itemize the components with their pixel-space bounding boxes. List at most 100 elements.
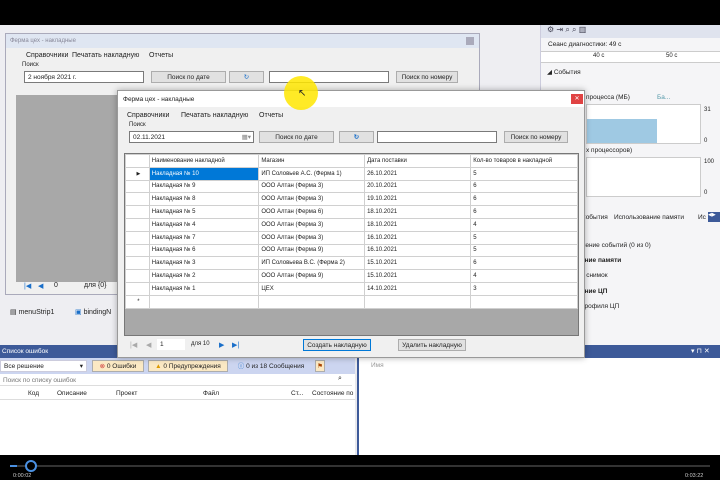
table-row[interactable]: Накладная № 9 ООО Алтан (Ферма 3) 20.10.20… — [125, 179, 578, 194]
messages-filter-button[interactable]: ⓘ 0 из 18 Сообщения — [232, 360, 310, 372]
table-cell[interactable]: Накладная № 10 — [148, 166, 260, 181]
invoice-number-input[interactable] — [377, 131, 497, 143]
bindingnavigator-component[interactable]: ▣ bindingN — [75, 308, 111, 316]
table-cell[interactable]: 26.10.2021 — [364, 166, 472, 181]
back-search-date-button[interactable]: Поиск по дате — [151, 71, 226, 83]
table-row[interactable]: Накладная № 1 ЦЕХ 14.10.2021 3 — [125, 281, 578, 296]
table-row[interactable]: Накладная № 6 ООО Алтан (Ферма 9) 16.10.20… — [125, 243, 578, 258]
diag-item[interactable]: жение событий (0 из 0) — [581, 242, 651, 249]
menustrip-component[interactable]: ▤ menuStrip1 — [10, 308, 54, 316]
nav-position-input[interactable]: 1 — [157, 339, 185, 350]
col-line[interactable]: Ст... — [291, 390, 303, 397]
search-by-number-button[interactable]: Поиск по номеру — [504, 131, 568, 143]
table-cell[interactable]: 5 — [470, 166, 578, 181]
back-nav-position[interactable]: 0 — [54, 282, 58, 289]
error-search-input[interactable]: Поиск по списку ошибок — [0, 375, 352, 386]
table-cell[interactable]: 19.10.2021 — [364, 192, 472, 207]
back-search-number-button[interactable]: Поиск по номеру — [396, 71, 458, 83]
row-header[interactable] — [125, 217, 150, 232]
date-picker[interactable]: 02.11.2021 ▦▾ — [129, 131, 254, 143]
table-cell[interactable]: 3 — [470, 281, 578, 296]
row-header[interactable] — [125, 192, 150, 207]
back-form-close-button[interactable] — [466, 37, 474, 45]
tab-memory-usage[interactable]: Использование памяти — [614, 214, 684, 221]
col-shop[interactable]: Магазин — [258, 154, 366, 168]
back-menu-reports[interactable]: Отчеты — [149, 52, 173, 59]
refresh-button[interactable]: ↻ — [339, 131, 374, 143]
table-cell[interactable]: ООО Алтан (Ферма 3) — [258, 230, 366, 245]
row-header[interactable] — [125, 256, 150, 271]
back-nav-first[interactable]: |◀ — [24, 282, 31, 290]
table-cell[interactable]: Накладная № 3 — [148, 256, 260, 271]
scope-dropdown[interactable]: Все решение ▾ — [0, 360, 87, 372]
table-cell[interactable]: 6 — [470, 179, 578, 194]
nav-prev-button[interactable]: ◀ — [146, 341, 151, 349]
nav-first-button[interactable]: |◀ — [130, 341, 137, 349]
tab-cpu[interactable]: Ис — [698, 214, 706, 221]
table-cell[interactable]: 4 — [470, 269, 578, 283]
table-cell[interactable]: ИП Соловьева В.С. (Ферма 2) — [258, 256, 366, 271]
table-cell[interactable]: 5 — [470, 243, 578, 258]
back-menu-reference[interactable]: Справочники — [26, 52, 68, 59]
table-cell[interactable]: 15.10.2021 — [364, 256, 472, 271]
table-cell[interactable]: ООО Алтан (Ферма 6) — [258, 205, 366, 219]
table-cell[interactable]: ООО Алтан (Ферма 3) — [258, 192, 366, 207]
col-suppression[interactable]: Состояние по — [312, 390, 353, 397]
table-row[interactable]: Накладная № 8 ООО Алтан (Ферма 3) 19.10.20… — [125, 192, 578, 207]
table-cell[interactable]: Накладная № 1 — [148, 281, 260, 296]
errors-filter-button[interactable]: ⊗ 0 Ошибки — [92, 360, 144, 372]
menu-reference[interactable]: Справочники — [127, 112, 169, 119]
table-cell[interactable]: 18.10.2021 — [364, 205, 472, 219]
panel-close-icon[interactable]: ▾ ⊓ ✕ — [691, 347, 710, 355]
calendar-icon[interactable]: ▦▾ — [242, 132, 253, 143]
row-header[interactable]: ▶ — [125, 166, 150, 181]
col-description[interactable]: Описание — [57, 390, 87, 397]
col-item-count[interactable]: Кол-во товаров в накладной — [470, 154, 578, 168]
tabs-scroll-button[interactable]: ◀▶ — [708, 212, 720, 222]
table-row[interactable]: Накладная № 7 ООО Алтан (Ферма 3) 16.10.20… — [125, 230, 578, 245]
table-cell[interactable]: ООО Алтан (Ферма 3) — [258, 217, 366, 232]
video-progress-handle[interactable] — [25, 460, 37, 472]
col-project[interactable]: Проект — [116, 390, 137, 397]
table-row[interactable]: Накладная № 2 ООО Алтан (Ферма 9) 15.10.20… — [125, 269, 578, 283]
table-cell[interactable]: ООО Алтан (Ферма 9) — [258, 269, 366, 283]
table-cell[interactable]: Накладная № 9 — [148, 179, 260, 194]
table-cell[interactable]: Накладная № 2 — [148, 269, 260, 283]
table-row[interactable]: Накладная № 5 ООО Алтан (Ферма 6) 18.10.20… — [125, 205, 578, 219]
table-cell[interactable]: Накладная № 8 — [148, 192, 260, 207]
table-row[interactable]: Накладная № 4 ООО Алтан (Ферма 3) 18.10.20… — [125, 217, 578, 232]
diag-item[interactable]: профиля ЦП — [581, 303, 619, 310]
col-code[interactable]: Код — [28, 390, 39, 397]
row-header[interactable] — [125, 179, 150, 194]
search-by-date-button[interactable]: Поиск по дате — [259, 131, 334, 143]
table-cell[interactable]: ЦЕХ — [258, 281, 366, 296]
row-header[interactable] — [125, 230, 150, 245]
table-cell[interactable]: 6 — [470, 256, 578, 271]
table-cell[interactable]: 14.10.2021 — [364, 281, 472, 296]
table-row[interactable]: ▶ Накладная № 10 ИП Соловьев А.С. (Ферма 1… — [125, 166, 578, 181]
table-cell[interactable]: ООО Алтан (Ферма 3) — [258, 179, 366, 194]
back-menu-print[interactable]: Печатать накладную — [72, 52, 139, 59]
table-cell[interactable]: Накладная № 6 — [148, 243, 260, 258]
tab-events[interactable]: События — [581, 214, 608, 221]
table-cell[interactable]: 18.10.2021 — [364, 217, 472, 232]
table-row[interactable]: Накладная № 3 ИП Соловьева В.С. (Ферма 2)… — [125, 256, 578, 271]
table-cell[interactable]: 16.10.2021 — [364, 230, 472, 245]
table-cell[interactable]: 4 — [470, 217, 578, 232]
menu-print-invoice[interactable]: Печатать накладную — [181, 112, 248, 119]
create-invoice-button[interactable]: Создать накладную — [303, 339, 371, 351]
back-date-picker[interactable]: 2 ноября 2021 г. — [24, 71, 144, 83]
table-cell[interactable]: 20.10.2021 — [364, 179, 472, 194]
back-nav-prev[interactable]: ◀ — [38, 282, 43, 290]
col-file[interactable]: Файл — [203, 390, 219, 397]
table-cell[interactable]: 16.10.2021 — [364, 243, 472, 258]
row-header[interactable] — [125, 205, 150, 219]
table-cell[interactable]: 6 — [470, 192, 578, 207]
table-cell[interactable]: Накладная № 7 — [148, 230, 260, 245]
col-delivery-date[interactable]: Дата поставки — [364, 154, 472, 168]
table-cell[interactable]: ООО Алтан (Ферма 9) — [258, 243, 366, 258]
build-filter-button[interactable]: ⚑ — [315, 360, 325, 372]
col-invoice-name[interactable]: Наименование накладной — [148, 154, 260, 168]
table-cell[interactable]: Накладная № 4 — [148, 217, 260, 232]
close-button[interactable]: ✕ — [571, 94, 583, 104]
